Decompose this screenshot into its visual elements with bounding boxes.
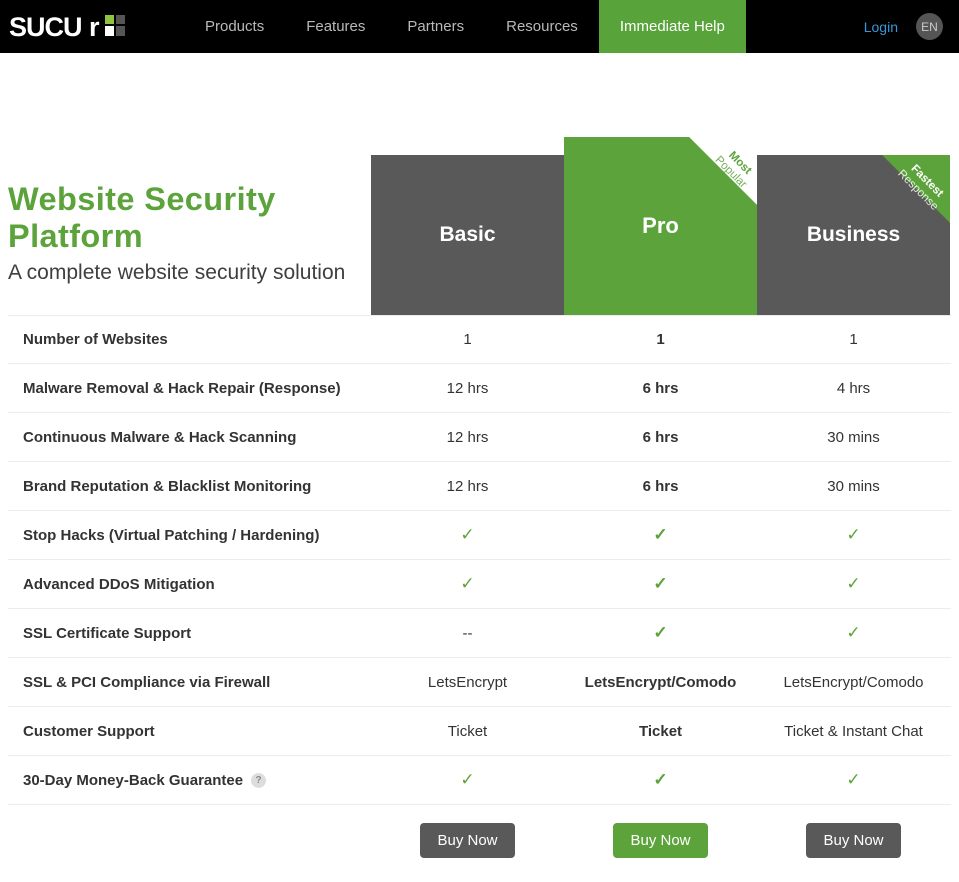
- fastest-response-ribbon: Fastest Response: [855, 155, 950, 250]
- feature-row: Advanced DDoS Mitigation ✓ ✓ ✓: [8, 560, 951, 609]
- login-link[interactable]: Login: [864, 19, 898, 35]
- plan-header-pro: Pro Most Popular: [564, 137, 757, 315]
- check-icon: ✓: [653, 574, 667, 593]
- feature-cell: ✓: [371, 574, 564, 594]
- nav-item-products[interactable]: Products: [184, 0, 285, 53]
- logo[interactable]: SUCU r: [9, 12, 127, 42]
- feature-label: 30-Day Money-Back Guarantee?: [8, 772, 371, 789]
- feature-table: Number of Websites111Malware Removal & H…: [8, 315, 951, 805]
- check-icon: ✓: [653, 770, 667, 789]
- feature-cell: ✓: [371, 525, 564, 545]
- svg-text:SUCU: SUCU: [9, 12, 82, 42]
- feature-cell: 30 mins: [757, 478, 950, 495]
- check-icon: ✓: [460, 770, 474, 789]
- feature-cell: LetsEncrypt/Comodo: [564, 674, 757, 691]
- plan-headers: Website Security Platform A complete web…: [8, 53, 951, 315]
- buy-basic-button[interactable]: Buy Now: [420, 823, 514, 858]
- feature-cell: 12 hrs: [371, 478, 564, 495]
- feature-row: 30-Day Money-Back Guarantee? ✓ ✓ ✓: [8, 756, 951, 805]
- feature-cell: 1: [371, 331, 564, 348]
- page-title: Website Security Platform: [8, 181, 371, 255]
- feature-row: SSL & PCI Compliance via FirewallLetsEnc…: [8, 658, 951, 707]
- help-icon[interactable]: ?: [251, 773, 266, 788]
- svg-text:r: r: [89, 12, 100, 42]
- language-selector[interactable]: EN: [916, 13, 943, 40]
- feature-cell: --: [371, 625, 564, 642]
- plan-name: Basic: [439, 223, 495, 247]
- page-subtitle: A complete website security solution: [8, 261, 371, 285]
- check-icon: ✓: [846, 525, 860, 544]
- buy-business-button[interactable]: Buy Now: [806, 823, 900, 858]
- check-icon: ✓: [460, 525, 474, 544]
- feature-cell: LetsEncrypt/Comodo: [757, 674, 950, 691]
- nav-item-partners[interactable]: Partners: [386, 0, 485, 53]
- buy-pro-button[interactable]: Buy Now: [613, 823, 707, 858]
- feature-cell: 1: [564, 331, 757, 348]
- feature-row: SSL Certificate Support-- ✓ ✓: [8, 609, 951, 658]
- check-icon: ✓: [460, 574, 474, 593]
- feature-label: Malware Removal & Hack Repair (Response): [8, 380, 371, 397]
- nav-items: Products Features Partners Resources Imm…: [184, 0, 746, 53]
- nav-item-features[interactable]: Features: [285, 0, 386, 53]
- feature-cell: 30 mins: [757, 429, 950, 446]
- nav-right: Login EN: [864, 13, 959, 40]
- feature-cell: ✓: [564, 770, 757, 790]
- feature-cell: ✓: [371, 770, 564, 790]
- feature-row: Malware Removal & Hack Repair (Response)…: [8, 364, 951, 413]
- feature-label: Continuous Malware & Hack Scanning: [8, 429, 371, 446]
- feature-cell: Ticket: [371, 723, 564, 740]
- check-icon: ✓: [653, 525, 667, 544]
- feature-row: Customer SupportTicketTicketTicket & Ins…: [8, 707, 951, 756]
- feature-cell: Ticket: [564, 723, 757, 740]
- feature-cell: 6 hrs: [564, 478, 757, 495]
- check-icon: ✓: [846, 574, 860, 593]
- feature-label: Advanced DDoS Mitigation: [8, 576, 371, 593]
- pricing-section: Website Security Platform A complete web…: [0, 53, 959, 882]
- feature-row: Number of Websites111: [8, 315, 951, 364]
- plan-header-basic: Basic: [371, 155, 564, 315]
- feature-cell: 12 hrs: [371, 380, 564, 397]
- feature-row: Brand Reputation & Blacklist Monitoring1…: [8, 462, 951, 511]
- check-icon: ✓: [846, 623, 860, 642]
- feature-label: Stop Hacks (Virtual Patching / Hardening…: [8, 527, 371, 544]
- feature-label: Customer Support: [8, 723, 371, 740]
- feature-label: SSL & PCI Compliance via Firewall: [8, 674, 371, 691]
- top-nav: SUCU r Products Features Partners Resour…: [0, 0, 959, 53]
- most-popular-ribbon: Most Popular: [662, 137, 757, 232]
- nav-item-resources[interactable]: Resources: [485, 0, 599, 53]
- feature-row: Continuous Malware & Hack Scanning12 hrs…: [8, 413, 951, 462]
- feature-label: Number of Websites: [8, 331, 371, 348]
- buy-row: Buy Now Buy Now Buy Now: [8, 805, 951, 882]
- feature-cell: 12 hrs: [371, 429, 564, 446]
- feature-label: Brand Reputation & Blacklist Monitoring: [8, 478, 371, 495]
- feature-cell: ✓: [757, 574, 950, 594]
- check-icon: ✓: [653, 623, 667, 642]
- feature-cell: 6 hrs: [564, 429, 757, 446]
- feature-cell: ✓: [564, 623, 757, 643]
- feature-cell: ✓: [564, 574, 757, 594]
- nav-item-immediate-help[interactable]: Immediate Help: [599, 0, 746, 53]
- feature-cell: ✓: [757, 525, 950, 545]
- feature-row: Stop Hacks (Virtual Patching / Hardening…: [8, 511, 951, 560]
- feature-label: SSL Certificate Support: [8, 625, 371, 642]
- feature-cell: 1: [757, 331, 950, 348]
- feature-cell: ✓: [757, 623, 950, 643]
- feature-cell: ✓: [564, 525, 757, 545]
- feature-cell: 6 hrs: [564, 380, 757, 397]
- feature-cell: 4 hrs: [757, 380, 950, 397]
- feature-cell: LetsEncrypt: [371, 674, 564, 691]
- feature-cell: ✓: [757, 770, 950, 790]
- check-icon: ✓: [846, 770, 860, 789]
- intro: Website Security Platform A complete web…: [8, 181, 371, 315]
- plan-header-business: Business Fastest Response: [757, 155, 950, 315]
- feature-cell: Ticket & Instant Chat: [757, 723, 950, 740]
